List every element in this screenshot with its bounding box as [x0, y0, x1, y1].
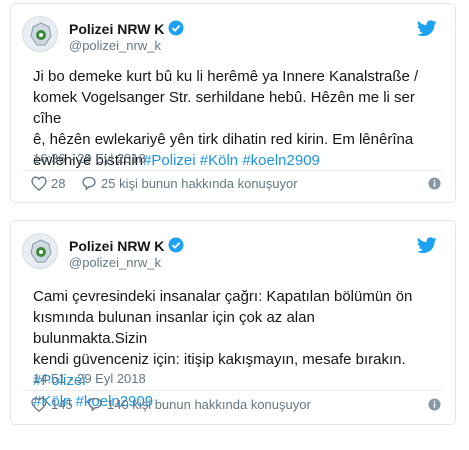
tweet-text-line: ê, hêzên ewlekariyê yên tirk dihatin red… — [33, 131, 414, 148]
speech-bubble-icon — [88, 397, 102, 412]
conversation-text: 25 kişi bunun hakkında konuşuyor — [101, 176, 298, 191]
hashtag-link[interactable]: #koeln2909 — [242, 152, 320, 169]
tweet-text-line: kısmında bulunan insanlar için çok az al… — [33, 309, 315, 347]
tweet-actions: 28 25 kişi bunun hakkında konuşuyor — [31, 176, 441, 194]
author-handle[interactable]: @polizei_nrw_k — [69, 38, 161, 53]
verified-badge-icon — [168, 237, 184, 253]
tweet-text-line: Cami çevresindeki insanalar çağrı: Kapat… — [33, 288, 413, 305]
author-name[interactable]: Polizei NRW K — [69, 20, 184, 37]
info-icon[interactable] — [428, 398, 441, 411]
tweet-header: Polizei NRW K @polizei_nrw_k — [22, 16, 445, 58]
divider — [23, 390, 443, 391]
like-count: 145 — [51, 397, 73, 412]
author-name-text: Polizei NRW K — [69, 21, 165, 37]
author-name[interactable]: Polizei NRW K — [69, 237, 184, 254]
tweet-text-line: Ji bo demeke kurt bû ku li herêmê ya Inn… — [33, 68, 419, 85]
heart-icon — [31, 176, 47, 192]
conversation-link[interactable]: 25 kişi bunun hakkında konuşuyor — [81, 176, 298, 191]
speech-bubble-icon — [82, 176, 96, 191]
hashtag-link[interactable]: #Polizei — [143, 152, 196, 169]
info-icon[interactable] — [428, 177, 441, 190]
verified-badge-icon — [168, 20, 184, 36]
conversation-link[interactable]: 140 kişi bunun hakkında konuşuyor — [87, 397, 311, 412]
like-count: 28 — [51, 176, 66, 191]
embedded-tweet[interactable]: Polizei NRW K @polizei_nrw_k Ji bo demek… — [10, 3, 456, 203]
tweet-timestamp[interactable]: 16:36 - 29 Eyl 2018 — [33, 151, 146, 166]
author-handle[interactable]: @polizei_nrw_k — [69, 255, 161, 270]
police-badge-avatar-icon[interactable] — [22, 233, 58, 269]
tweet-header: Polizei NRW K @polizei_nrw_k — [22, 233, 445, 275]
police-badge-avatar-icon[interactable] — [22, 16, 58, 52]
tweet-actions: 145 140 kişi bunun hakkında konuşuyor — [31, 397, 441, 415]
tweet-timestamp[interactable]: 14:51 - 29 Eyl 2018 — [33, 371, 146, 386]
like-button[interactable]: 28 — [31, 176, 66, 192]
hashtag-link[interactable]: #Köln — [200, 152, 238, 169]
twitter-bird-icon[interactable] — [417, 20, 437, 37]
embedded-tweet[interactable]: Polizei NRW K @polizei_nrw_k Cami çevres… — [10, 220, 456, 425]
author-name-text: Polizei NRW K — [69, 238, 165, 254]
conversation-text: 140 kişi bunun hakkında konuşuyor — [107, 397, 311, 412]
like-button[interactable]: 145 — [31, 397, 73, 413]
twitter-bird-icon[interactable] — [417, 237, 437, 254]
tweet-text-fragment: kendi güvenceniz için: itişip kakışmayın… — [33, 351, 406, 368]
tweet-text-line: komek Vogelsanger Str. serhildane hebû. … — [33, 89, 415, 127]
tweet-text: Cami çevresindeki insanalar çağrı: Kapat… — [33, 286, 433, 412]
divider — [23, 170, 443, 171]
heart-icon — [31, 397, 47, 413]
